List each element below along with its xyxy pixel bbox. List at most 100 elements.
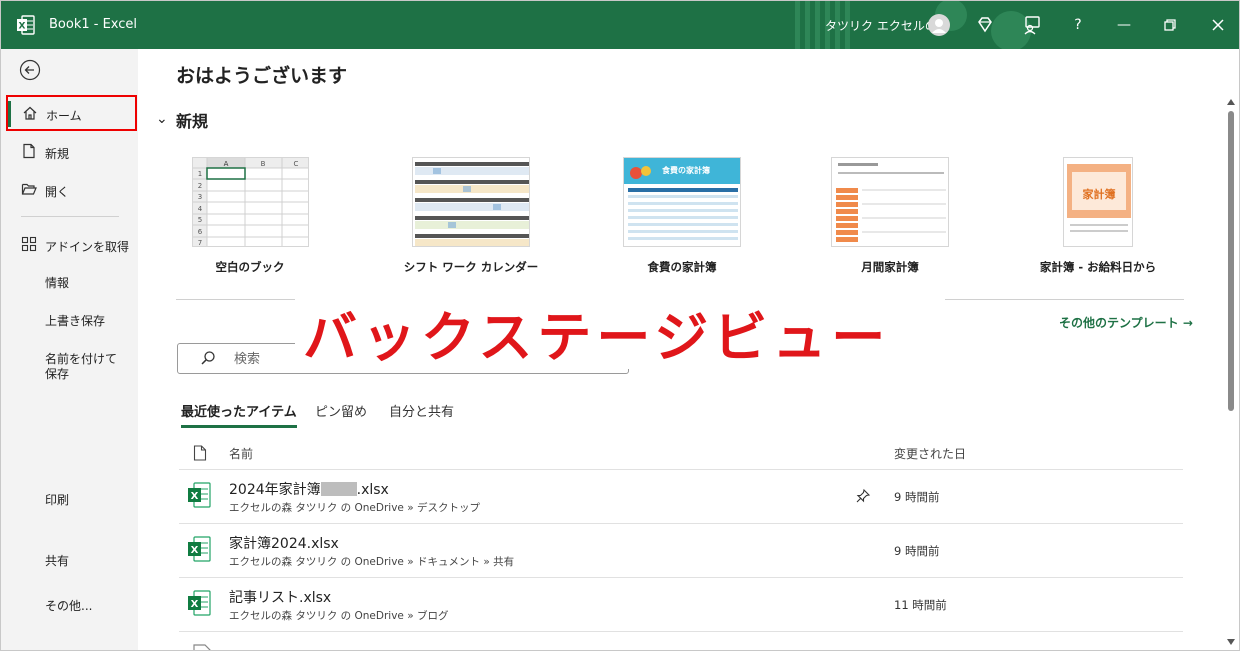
file-row-partial[interactable] [179, 632, 1183, 650]
template-name: 食費の家計簿 [647, 260, 717, 274]
restore-icon[interactable] [1159, 14, 1181, 36]
sidebar-item-share[interactable]: 共有 [45, 554, 125, 569]
tab-pinned[interactable]: ピン留め [315, 401, 367, 420]
thumb-title: 家計簿 [1083, 187, 1116, 201]
template-name: シフト ワーク カレンダー [403, 260, 539, 274]
spreadsheet-grid-icon: A B C 1 2 3 4 5 6 7 [192, 158, 308, 247]
file-modified: 9 時間前 [894, 490, 940, 504]
template-food-budget[interactable]: 食費の家計簿 食費の家計簿 [602, 157, 762, 274]
excel-file-icon: X [188, 536, 211, 562]
avatar[interactable] [928, 14, 950, 36]
file-icon [193, 644, 211, 650]
sidebar-item-label: アドインを取得 [45, 240, 130, 254]
svg-text:X: X [191, 599, 199, 610]
file-path: エクセルの森 タツリク の OneDrive » ブログ [229, 610, 449, 622]
annotation-caption-text: バックステージビュー [303, 306, 891, 369]
home-icon [23, 106, 37, 120]
redacted-text [320, 482, 357, 496]
minimize-icon[interactable]: — [1113, 14, 1135, 36]
excel-backstage-window: X Book1 - Excel タツリク エクセルの森 ? — ホーム 新規 開… [0, 0, 1240, 651]
file-modified: 9 時間前 [894, 544, 940, 558]
template-thumbnail: 食費の家計簿 [623, 157, 741, 247]
scroll-down-arrow-icon[interactable] [1227, 639, 1235, 645]
sidebar-item-label: 開く [45, 185, 70, 199]
grid-col-header: C [293, 160, 298, 168]
file-row[interactable]: X 家計簿2024.xlsx エクセルの森 タツリク の OneDrive » … [179, 524, 1183, 578]
grid-col-header: B [260, 160, 265, 168]
page-title: おはようございます [176, 65, 348, 87]
file-name: 記事リスト.xlsx [229, 590, 332, 606]
tab-recent[interactable]: 最近使ったアイテム [181, 401, 297, 428]
sidebar-divider [21, 216, 119, 217]
grid-row-header: 3 [197, 193, 201, 201]
grid-col-header: A [223, 160, 228, 168]
column-header-name[interactable]: 名前 [229, 445, 253, 462]
template-thumbnail [412, 157, 530, 247]
payday-thumbnail-icon: 家計簿 [1064, 158, 1132, 246]
addins-icon [21, 236, 37, 252]
sidebar-item-more[interactable]: その他... [45, 599, 125, 614]
template-thumbnail: 家計簿 [1063, 157, 1133, 247]
selection-indicator [8, 101, 11, 127]
annotation-caption: バックステージビュー [295, 283, 945, 369]
svg-text:X: X [19, 22, 26, 32]
svg-text:X: X [191, 491, 199, 502]
backstage-sidebar: ホーム 新規 開く アドインを取得 情報 上書き保存 名前を付けて保存 印刷 共… [1, 49, 138, 650]
new-section-title: 新規 [176, 112, 209, 131]
file-name: 2024年家計簿 .xlsx [229, 482, 389, 498]
calendar-thumbnail-icon [415, 162, 529, 246]
sidebar-item-addins[interactable]: アドインを取得 [1, 226, 138, 262]
window-title: Book1 - Excel [49, 17, 138, 32]
diamond-icon[interactable] [974, 14, 996, 36]
template-thumbnail: A B C 1 2 3 4 5 6 7 [191, 157, 309, 247]
template-name: 月間家計簿 [861, 260, 919, 274]
search-icon [201, 351, 215, 365]
file-name: 家計簿2024.xlsx [229, 536, 339, 552]
file-type-icon [193, 445, 207, 461]
grid-row-header: 2 [197, 182, 201, 190]
template-monthly-budget[interactable]: 月間家計簿 [810, 157, 970, 274]
help-icon[interactable]: ? [1067, 14, 1089, 36]
scrollbar-thumb[interactable] [1228, 111, 1234, 411]
excel-file-icon: X [188, 590, 211, 616]
chevron-down-icon[interactable]: ⌄ [156, 111, 168, 127]
coauthor-icon[interactable] [1021, 14, 1043, 36]
sidebar-item-info[interactable]: 情報 [45, 276, 125, 291]
file-row[interactable]: X 2024年家計簿 .xlsx エクセルの森 タツリク の OneDrive »… [179, 470, 1183, 524]
grid-row-header: 5 [197, 216, 201, 224]
pin-icon[interactable] [855, 488, 871, 504]
tab-shared-with-me[interactable]: 自分と共有 [389, 401, 454, 420]
file-path: エクセルの森 タツリク の OneDrive » デスクトップ [229, 502, 480, 514]
file-row[interactable]: X 記事リスト.xlsx エクセルの森 タツリク の OneDrive » ブロ… [179, 578, 1183, 632]
more-templates-link[interactable]: その他のテンプレート → [1059, 314, 1193, 331]
close-icon[interactable] [1207, 14, 1229, 36]
template-name: 家計簿 - お給料日から [1039, 260, 1157, 274]
vertical-scrollbar[interactable] [1225, 97, 1237, 650]
scroll-up-arrow-icon[interactable] [1227, 99, 1235, 105]
sidebar-item-save[interactable]: 上書き保存 [45, 314, 125, 329]
grid-row-header: 7 [197, 239, 201, 247]
file-path: エクセルの森 タツリク の OneDrive » ドキュメント » 共有 [229, 556, 515, 568]
sidebar-item-label: ホーム [46, 109, 82, 123]
column-header-modified[interactable]: 変更された日 [894, 445, 966, 462]
template-shift-calendar[interactable]: シフト ワーク カレンダー [391, 157, 551, 274]
template-name: 空白のブック [215, 260, 285, 274]
budget-thumbnail-icon: 食費の家計簿 [624, 158, 740, 240]
sidebar-item-new[interactable]: 新規 [1, 133, 138, 169]
sidebar-item-print[interactable]: 印刷 [45, 493, 125, 508]
template-payday-budget[interactable]: 家計簿 家計簿 - お給料日から [1018, 157, 1178, 274]
template-blank-workbook[interactable]: A B C 1 2 3 4 5 6 7 空白のブック [170, 157, 330, 274]
sidebar-item-label: 新規 [45, 147, 70, 161]
excel-file-icon: X [188, 482, 211, 508]
sidebar-item-home[interactable]: ホーム [6, 95, 137, 131]
file-modified: 11 時間前 [894, 598, 947, 612]
sidebar-item-save-as[interactable]: 名前を付けて保存 [45, 352, 125, 382]
back-arrow-icon[interactable] [19, 59, 41, 81]
new-file-icon [23, 143, 35, 159]
template-thumbnail [831, 157, 949, 247]
excel-logo-icon: X [17, 15, 35, 35]
sidebar-item-open[interactable]: 開く [1, 171, 138, 207]
svg-text:X: X [191, 545, 199, 556]
thumb-title: 食費の家計簿 [662, 165, 710, 175]
title-bar: X Book1 - Excel タツリク エクセルの森 ? — [1, 1, 1239, 49]
